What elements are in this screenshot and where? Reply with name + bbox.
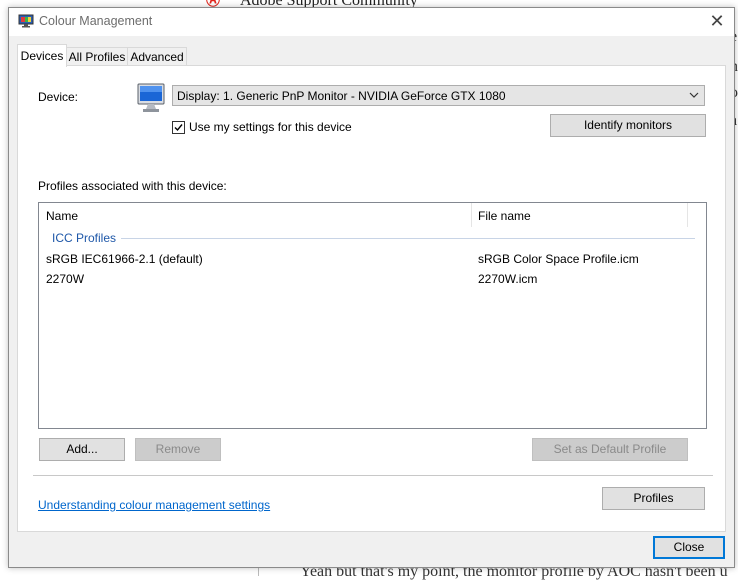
profiles-list[interactable]: Name File name ICC Profiles sRGB IEC6196… xyxy=(38,202,707,429)
understanding-colour-management-link[interactable]: Understanding colour management settings xyxy=(38,498,270,512)
use-my-settings-label[interactable]: Use my settings for this device xyxy=(189,120,352,134)
column-header-file-name[interactable]: File name xyxy=(478,209,531,223)
colour-management-dialog: Colour Management ✕ Devices All Profiles… xyxy=(8,7,735,568)
adobe-logo-icon: Ⓐ xyxy=(206,0,220,8)
colour-management-app-icon xyxy=(18,14,34,28)
chevron-down-icon xyxy=(689,88,699,105)
device-label: Device: xyxy=(38,90,79,104)
profiles-button[interactable]: Profiles xyxy=(602,487,705,510)
section-divider xyxy=(33,475,713,476)
table-row[interactable]: 2270W 2270W.icm xyxy=(39,269,706,289)
column-header-name[interactable]: Name xyxy=(46,209,78,223)
identify-monitors-button[interactable]: Identify monitors xyxy=(550,114,706,137)
devices-panel: Device: Display: 1. Generic PnP Monitor … xyxy=(17,65,726,532)
monitor-icon xyxy=(136,82,170,116)
title-bar: Colour Management ✕ xyxy=(9,8,734,36)
window-close-icon[interactable]: ✕ xyxy=(706,10,728,32)
profile-file-name: sRGB Color Space Profile.icm xyxy=(478,252,639,266)
tab-all-profiles[interactable]: All Profiles xyxy=(66,47,128,66)
use-my-settings-checkbox[interactable] xyxy=(172,121,185,134)
profiles-heading: Profiles associated with this device: xyxy=(38,179,227,193)
profile-name: 2270W xyxy=(46,272,85,286)
group-title-icc-profiles[interactable]: ICC Profiles xyxy=(52,231,116,245)
column-separator[interactable] xyxy=(471,203,472,227)
remove-profile-button[interactable]: Remove xyxy=(135,438,221,461)
tab-devices[interactable]: Devices xyxy=(17,44,67,67)
window-title: Colour Management xyxy=(39,14,153,28)
close-button[interactable]: Close xyxy=(653,536,725,559)
device-dropdown-value: Display: 1. Generic PnP Monitor - NVIDIA… xyxy=(177,89,506,103)
tab-advanced[interactable]: Advanced xyxy=(127,47,187,66)
profile-name: sRGB IEC61966-2.1 (default) xyxy=(46,252,203,266)
profile-file-name: 2270W.icm xyxy=(478,272,538,286)
table-row[interactable]: sRGB IEC61966-2.1 (default) sRGB Color S… xyxy=(39,249,706,269)
add-profile-button[interactable]: Add... xyxy=(39,438,125,461)
group-divider xyxy=(121,238,695,239)
device-dropdown[interactable]: Display: 1. Generic PnP Monitor - NVIDIA… xyxy=(172,85,705,106)
list-header: Name File name xyxy=(39,203,706,227)
set-default-profile-button[interactable]: Set as Default Profile xyxy=(532,438,688,461)
column-separator[interactable] xyxy=(687,203,688,227)
